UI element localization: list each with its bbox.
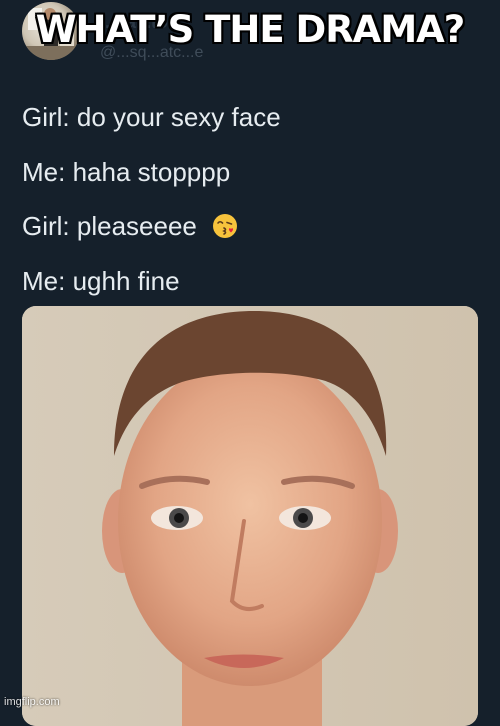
tweet-line-1-text: Girl: do your sexy face <box>22 102 281 132</box>
tweet-line-4-text: Me: ughh fine <box>22 265 180 296</box>
tweet-photo[interactable] <box>22 306 478 726</box>
tweet-line-1: Girl: do your sexy face <box>22 104 281 130</box>
meme-caption: WHAT’S THE DRAMA? <box>35 8 465 51</box>
kiss-emoji-icon <box>213 214 238 238</box>
tweet-line-2: Me: haha stopppp <box>22 159 281 185</box>
tweet-line-3: Girl: pleaseeee <box>22 213 281 239</box>
tweet-text: Girl: do your sexy face Me: haha stopppp… <box>22 104 281 322</box>
tweet-screenshot: ...qa...to @...sq...atc...e Girl: do you… <box>0 0 500 726</box>
imgflip-watermark: imgflip.com <box>4 696 60 708</box>
tweet-line-3-text: Girl: pleaseeee <box>22 211 197 241</box>
face-photo-image <box>22 306 478 726</box>
tweet-line-2-text: Me: haha stopppp <box>22 156 231 187</box>
tweet-line-4: Me: ughh fine <box>22 268 281 294</box>
